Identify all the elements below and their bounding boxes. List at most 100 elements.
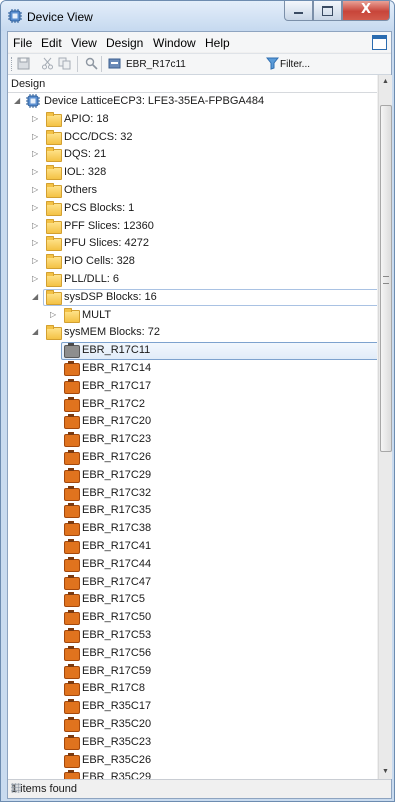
design-tree[interactable]: ◢ Device LatticeECP3: LFE3-35EA-FPBGA484 ▷… <box>8 93 377 779</box>
scrollbar-grip <box>383 276 389 284</box>
tree-item-ebr[interactable]: EBR_R17C23 <box>8 431 377 448</box>
memory-block-icon <box>64 361 80 376</box>
window-controls: X <box>284 1 390 21</box>
copy-icon[interactable] <box>58 57 71 70</box>
tree-item-ebr[interactable]: EBR_R17C53 <box>8 627 377 644</box>
collapse-arrow-icon[interactable]: ◢ <box>32 327 42 337</box>
tree-item-label: Others <box>64 184 98 196</box>
memory-block-icon <box>64 753 80 768</box>
tree-item-ebr[interactable]: EBR_R17C56 <box>8 645 377 662</box>
folder-icon[interactable] <box>108 57 121 70</box>
expand-arrow-icon[interactable]: ▷ <box>32 274 42 284</box>
vertical-scrollbar[interactable]: ▲ ▼ <box>378 75 392 779</box>
resize-grip-icon[interactable] <box>11 783 21 793</box>
folder-icon <box>46 147 62 162</box>
tree-item-ebr[interactable]: EBR_R17C29 <box>8 467 377 484</box>
tree-category[interactable]: ▷ PLL/DLL: 6 <box>8 271 377 288</box>
memory-block-icon <box>64 610 80 625</box>
tree-item-label: EBR_R35C23 <box>82 736 152 748</box>
tree-item-ebr[interactable]: EBR_R17C41 <box>8 538 377 555</box>
tree-category[interactable]: ▷ IOL: 328 <box>8 164 377 181</box>
tree-item-ebr[interactable]: EBR_R17C32 <box>8 485 377 502</box>
maximize-icon <box>322 6 333 16</box>
tree-category[interactable]: ▷ PIO Cells: 328 <box>8 253 377 270</box>
scroll-down-arrow-icon[interactable]: ▼ <box>379 765 392 779</box>
tree-item-ebr[interactable]: EBR_R17C50 <box>8 609 377 626</box>
tree-item-ebr[interactable]: EBR_R17C20 <box>8 413 377 430</box>
tree-item-ebr[interactable]: EBR_R35C29 <box>8 769 377 779</box>
tree-item-ebr[interactable]: EBR_R17C8 <box>8 680 377 697</box>
tree-item-ebr[interactable]: EBR_R17C47 <box>8 574 377 591</box>
tree-category[interactable]: ▷ PFU Slices: 4272 <box>8 235 377 252</box>
tree-category-sysdsp[interactable]: ◢ sysDSP Blocks: 16 <box>8 289 377 306</box>
tree-category[interactable]: ▷ PCS Blocks: 1 <box>8 200 377 217</box>
tree-item-label: PIO Cells: 328 <box>64 255 135 267</box>
tree-item-label: EBR_R35C29 <box>82 771 152 779</box>
tree-item-label: EBR_R35C20 <box>82 718 152 730</box>
location-field[interactable]: EBR_R17c11 <box>126 59 186 70</box>
tree-category[interactable]: ▷ PFF Slices: 12360 <box>8 218 377 235</box>
save-icon[interactable] <box>17 57 30 70</box>
collapse-arrow-icon[interactable]: ◢ <box>14 96 24 106</box>
folder-icon <box>46 254 62 269</box>
tree-item-ebr[interactable]: EBR_R17C35 <box>8 502 377 519</box>
menu-view[interactable]: View <box>71 36 97 50</box>
expand-arrow-icon[interactable]: ▷ <box>32 114 42 124</box>
tree-item-label: EBR_R17C26 <box>82 451 152 463</box>
tree-item-ebr[interactable]: EBR_R35C26 <box>8 752 377 769</box>
title-bar[interactable]: Device View X <box>1 1 394 31</box>
find-icon[interactable] <box>85 57 98 70</box>
collapse-arrow-icon[interactable]: ◢ <box>32 292 42 302</box>
cut-icon[interactable] <box>41 57 54 70</box>
tree-item-mult[interactable]: ▷ MULT <box>8 307 377 324</box>
tree-category[interactable]: ▷ DCC/DCS: 32 <box>8 129 377 146</box>
expand-arrow-icon[interactable]: ▷ <box>32 185 42 195</box>
memory-block-icon <box>64 450 80 465</box>
tree-category-sysmem[interactable]: ◢ sysMEM Blocks: 72 <box>8 324 377 341</box>
expand-arrow-icon[interactable]: ▷ <box>32 132 42 142</box>
tree-category[interactable]: ▷ APIO: 18 <box>8 111 377 128</box>
scrollbar-thumb[interactable] <box>380 105 392 452</box>
menu-window[interactable]: Window <box>153 36 196 50</box>
tree-item-ebr[interactable]: EBR_R17C26 <box>8 449 377 466</box>
expand-arrow-icon[interactable]: ▷ <box>32 238 42 248</box>
menu-help[interactable]: Help <box>205 36 230 50</box>
filter-icon[interactable] <box>266 57 279 70</box>
expand-arrow-icon[interactable]: ▷ <box>50 310 60 320</box>
tree-item-ebr[interactable]: EBR_R17C59 <box>8 663 377 680</box>
tree-item-ebr[interactable]: EBR_R17C14 <box>8 360 377 377</box>
tree-item-ebr[interactable]: EBR_R17C38 <box>8 520 377 537</box>
expand-arrow-icon[interactable]: ▷ <box>32 256 42 266</box>
menu-edit[interactable]: Edit <box>41 36 62 50</box>
tree-item-ebr[interactable]: EBR_R17C2 <box>8 396 377 413</box>
filter-input[interactable]: Filter... <box>280 59 310 70</box>
tree-category[interactable]: ▷ DQS: 21 <box>8 146 377 163</box>
memory-block-icon <box>64 468 80 483</box>
toolbar-grip[interactable] <box>11 57 14 71</box>
tree-item-label: EBR_R17C23 <box>82 433 152 445</box>
expand-arrow-icon[interactable]: ▷ <box>32 203 42 213</box>
close-button[interactable]: X <box>342 1 390 21</box>
tree-item-ebr[interactable]: EBR_R17C5 <box>8 591 377 608</box>
tree-item-ebr[interactable]: EBR_R17C17 <box>8 378 377 395</box>
tree-item-label: EBR_R35C17 <box>82 700 152 712</box>
minimize-button[interactable] <box>284 1 313 21</box>
menu-design[interactable]: Design <box>106 36 143 50</box>
tree-item-ebr[interactable]: EBR_R35C20 <box>8 716 377 733</box>
tree-item-ebr[interactable]: EBR_R17C44 <box>8 556 377 573</box>
panel-layout-icon[interactable] <box>372 35 387 50</box>
memory-block-icon <box>64 681 80 696</box>
scroll-up-arrow-icon[interactable]: ▲ <box>379 75 392 89</box>
tree-item-ebr[interactable]: EBR_R17C11 <box>8 342 377 360</box>
memory-block-icon <box>64 628 80 643</box>
expand-arrow-icon[interactable]: ▷ <box>32 149 42 159</box>
expand-arrow-icon[interactable]: ▷ <box>32 167 42 177</box>
menu-file[interactable]: File <box>13 36 32 50</box>
folder-icon <box>46 201 62 216</box>
tree-root-device[interactable]: ◢ Device LatticeECP3: LFE3-35EA-FPBGA484 <box>8 93 377 110</box>
expand-arrow-icon[interactable]: ▷ <box>32 221 42 231</box>
tree-category[interactable]: ▷ Others <box>8 182 377 199</box>
tree-item-ebr[interactable]: EBR_R35C17 <box>8 698 377 715</box>
maximize-button[interactable] <box>313 1 342 21</box>
tree-item-ebr[interactable]: EBR_R35C23 <box>8 734 377 751</box>
